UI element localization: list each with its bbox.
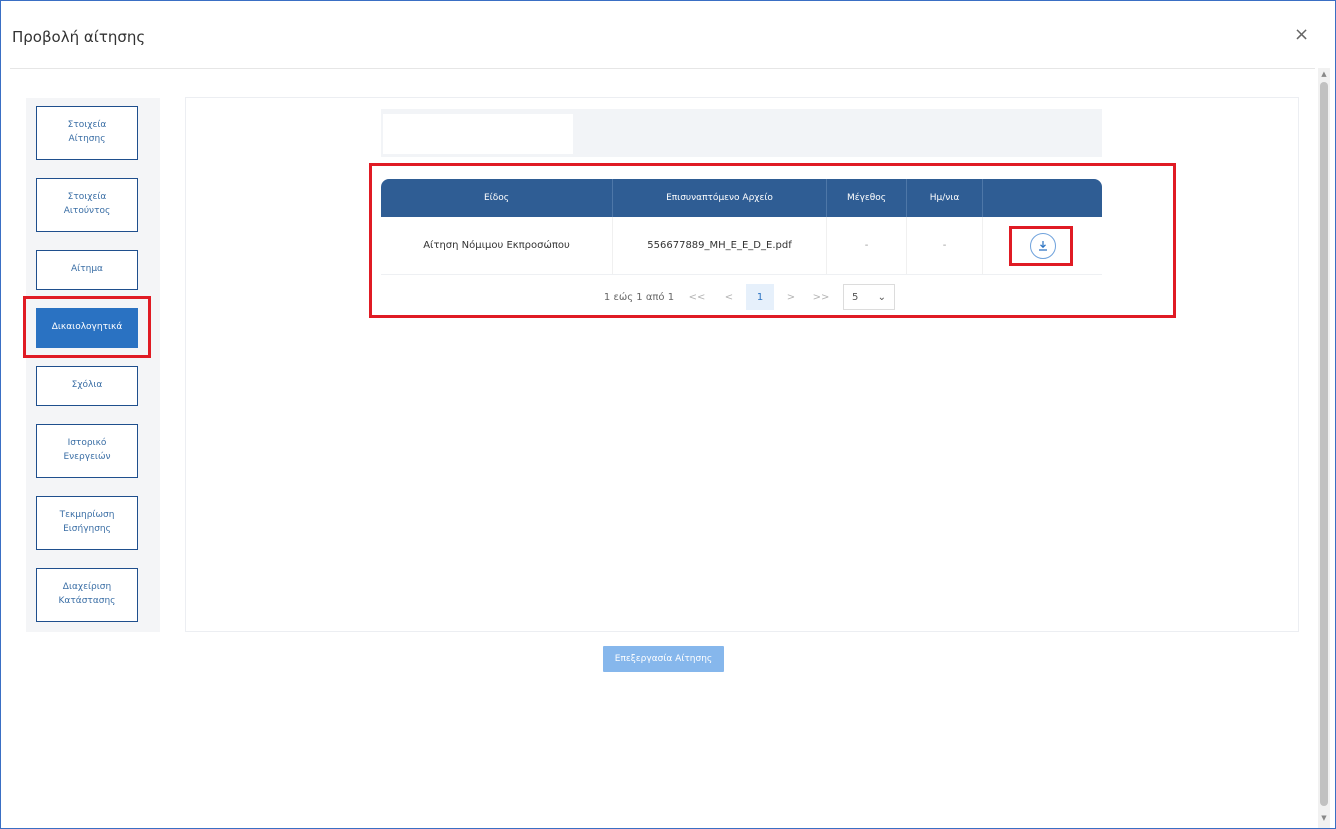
table-row: Αίτηση Νόμιμου Εκπροσώπου 556677889_MH_E… [381,217,1102,275]
column-header-file: Επισυναπτόμενο Αρχείο [613,179,827,217]
prev-page-button[interactable]: < [721,282,737,312]
scroll-down-icon[interactable]: ▼ [1318,812,1330,824]
scrollbar-thumb[interactable] [1320,82,1328,806]
sidebar-item-documents[interactable]: Δικαιολογητικά [36,308,138,348]
page-size-value: 5 [852,291,859,303]
column-header-date: Ημ/νια [907,179,983,217]
download-button[interactable] [1029,232,1056,259]
sidebar-item-label: Στοιχεία Αίτησης [67,120,107,144]
cell-date: - [907,217,983,274]
sidebar-item-label: Δικαιολογητικά [51,322,123,333]
last-page-button[interactable]: >> [813,282,830,312]
cell-actions [983,217,1102,274]
sidebar-item-action-history[interactable]: Ιστορικό Ενεργειών [36,424,138,478]
download-icon [1038,240,1047,251]
sidebar-item-request[interactable]: Αίτημα [36,250,138,290]
column-header-size: Μέγεθος [827,179,907,217]
pagination-summary: 1 εώς 1 από 1 [603,291,675,303]
sidebar-item-comments[interactable]: Σχόλια [36,366,138,406]
column-header-type: Είδος [381,179,613,217]
sidebar-item-label: Ιστορικό Ενεργειών [63,438,111,462]
column-header-actions [983,179,1102,217]
next-page-button[interactable]: > [783,282,799,312]
close-icon[interactable]: × [1294,24,1309,45]
page-button-current[interactable]: 1 [746,284,774,310]
dialog-title: Προβολή αίτησης [12,28,146,46]
cell-size: - [827,217,907,274]
cell-type: Αίτηση Νόμιμου Εκπροσώπου [381,217,613,274]
sidebar-item-application-details[interactable]: Στοιχεία Αίτησης [36,106,138,160]
sidebar-item-recommendation[interactable]: Τεκμηρίωση Εισήγησης [36,496,138,550]
top-strip-tab [383,114,573,154]
header-divider [10,68,1315,69]
documents-table-header: Είδος Επισυναπτόμενο Αρχείο Μέγεθος Ημ/ν… [381,179,1102,217]
page-size-select[interactable]: 5 ⌄ [843,284,895,310]
scroll-up-icon[interactable]: ▲ [1318,68,1330,80]
sidebar-item-status-management[interactable]: Διαχείριση Κατάστασης [36,568,138,622]
pagination: 1 εώς 1 από 1 << < 1 > >> 5 ⌄ [381,282,1102,312]
sidebar-item-label: Διαχείριση Κατάστασης [58,582,116,606]
sidebar-item-label: Σχόλια [71,380,103,391]
sidebar-item-label: Στοιχεία Αιτούντος [63,192,111,216]
chevron-down-icon: ⌄ [877,291,886,303]
content-card [185,97,1299,632]
cell-file: 556677889_MH_E_E_D_E.pdf [613,217,827,274]
sidebar-item-label: Τεκμηρίωση Εισήγησης [59,510,115,534]
sidebar-item-applicant-details[interactable]: Στοιχεία Αιτούντος [36,178,138,232]
process-application-button[interactable]: Επεξεργασία Αίτησης [603,646,724,672]
first-page-button[interactable]: << [689,282,706,312]
sidebar-item-label: Αίτημα [71,264,103,275]
